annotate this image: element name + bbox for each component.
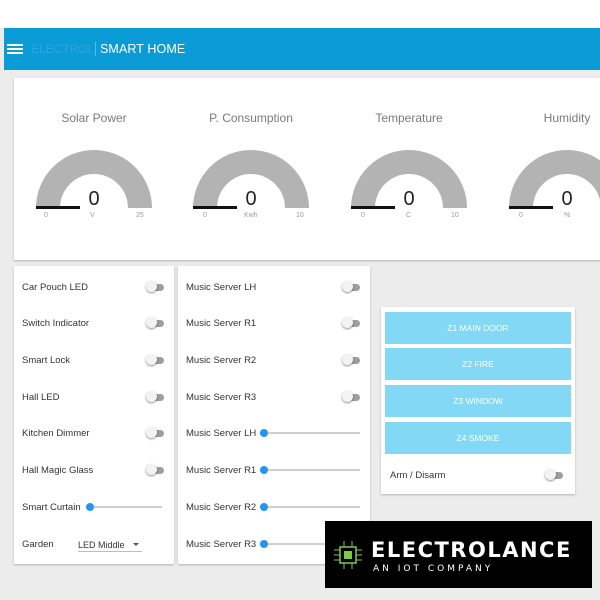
toggle-switch[interactable]	[146, 427, 166, 438]
zone-button-main-door[interactable]: Z1 MAIN DOOR	[385, 312, 571, 344]
control-row: Smart Lock	[22, 355, 70, 366]
control-label: Music Server R1	[186, 318, 257, 329]
logo-title: ELECTROLANCE	[371, 538, 572, 562]
gauge-max: 25	[136, 212, 144, 219]
control-row: Kitchen Dimmer	[22, 428, 90, 439]
zone-button-window[interactable]: Z3 WINDOW	[385, 385, 571, 417]
gauge-max: 10	[451, 212, 459, 219]
gauge-title: Solar Power	[61, 111, 127, 125]
app-frame: ELECTROLANCE SMART HOME Solar Power 0 0 …	[0, 0, 600, 600]
gauge-min: 0	[519, 212, 523, 219]
control-label: Switch Indicator	[22, 318, 90, 329]
gauge-value: 0	[88, 188, 100, 210]
toggle-switch[interactable]	[342, 281, 362, 292]
alarm-zones-card: Z1 MAIN DOOR Z2 FIRE Z3 WINDOW Z4 SMOKE …	[381, 307, 575, 494]
device-controls-card: Car Pouch LED Switch Indicator Smart Loc…	[14, 266, 174, 564]
gauge-humidity: Humidity 0 0 %	[497, 78, 600, 260]
zone-button-smoke[interactable]: Z4 SMOKE	[385, 422, 571, 454]
control-label: Smart Curtain	[22, 502, 81, 513]
caret-down-icon	[133, 543, 139, 546]
control-row: Car Pouch LED	[22, 282, 88, 293]
gauge-value: 0	[561, 188, 573, 210]
toggle-switch[interactable]	[146, 464, 166, 475]
control-label: Music Server R3	[186, 539, 257, 550]
brand-name: ELECTROLANCE	[31, 42, 93, 56]
divider	[95, 42, 96, 56]
control-row: Hall LED	[22, 392, 60, 403]
gauges-card: Solar Power 0 0 V 25 P. Consumption 0 0 …	[14, 78, 600, 260]
control-label: Smart Lock	[22, 355, 71, 366]
gauge-max: 10	[296, 212, 304, 219]
control-label: Music Server R1	[186, 465, 257, 476]
control-label: Music Server LH	[186, 282, 257, 293]
toggle-switch[interactable]	[146, 281, 166, 292]
volume-slider[interactable]	[260, 502, 360, 512]
garden-select[interactable]: LED Middle	[78, 538, 142, 552]
circuit-chip-icon	[334, 541, 362, 569]
toggle-switch[interactable]	[146, 354, 166, 365]
control-row: Music Server R2	[186, 502, 256, 513]
company-logo: ELECTROLANCE AN IOT COMPANY	[325, 521, 592, 588]
control-label: Hall Magic Glass	[22, 465, 94, 476]
gauge-min: 0	[203, 212, 207, 219]
control-label: Music Server R3	[186, 392, 257, 403]
gauge-title: P. Consumption	[209, 111, 293, 125]
gauge-title: Temperature	[375, 111, 443, 125]
control-row: Music Server R1	[186, 465, 256, 476]
logo-subtitle: AN IOT COMPANY	[373, 564, 494, 574]
control-label: Music Server LH	[186, 428, 257, 439]
gauge-value: 0	[403, 188, 415, 210]
control-label: Hall LED	[22, 392, 60, 403]
control-row: Music Server R1	[186, 318, 256, 329]
toggle-switch[interactable]	[342, 354, 362, 365]
control-row: Hall Magic Glass	[22, 465, 93, 476]
gauge-power-consumption: P. Consumption 0 0 Kwh 10	[181, 78, 321, 260]
top-margin	[0, 0, 600, 28]
control-label: Car Pouch LED	[22, 282, 89, 293]
toggle-switch[interactable]	[342, 317, 362, 328]
control-row: Music Server LH	[186, 428, 256, 439]
gauge-temperature: Temperature 0 0 C 10	[339, 78, 479, 260]
control-label: Music Server R2	[186, 502, 257, 513]
toggle-switch[interactable]	[146, 317, 166, 328]
page-title: SMART HOME	[100, 42, 186, 56]
control-row: Music Server R3	[186, 392, 256, 403]
curtain-slider[interactable]	[86, 502, 162, 512]
control-row: Music Server R2	[186, 355, 256, 366]
gauge-min: 0	[361, 212, 365, 219]
gauge-value: 0	[245, 188, 257, 210]
control-row: Music Server R3	[186, 539, 256, 550]
zone-button-fire[interactable]: Z2 FIRE	[385, 348, 571, 380]
garden-label: Garden	[22, 539, 54, 550]
gauge-min: 0	[44, 212, 48, 219]
menu-icon[interactable]	[7, 44, 23, 54]
gauge-unit: C	[406, 212, 412, 219]
gauge-title: Humidity	[543, 111, 591, 125]
control-row: Smart Curtain	[22, 502, 81, 513]
toggle-switch[interactable]	[146, 391, 166, 402]
toggle-switch[interactable]	[342, 391, 362, 402]
control-label: Music Server R2	[186, 355, 257, 366]
app-bar: ELECTROLANCE SMART HOME	[4, 28, 600, 70]
garden-selected-value: LED Middle	[78, 539, 125, 550]
gauge-solar-power: Solar Power 0 0 V 25	[24, 78, 164, 260]
arm-disarm-label: Arm / Disarm	[390, 470, 446, 481]
control-row: Garden	[22, 539, 54, 550]
gauge-unit: V	[90, 212, 95, 219]
music-controls-card: Music Server LH Music Server R1 Music Se…	[178, 266, 370, 564]
gauge-unit: %	[564, 212, 571, 219]
volume-slider[interactable]	[260, 465, 360, 475]
control-row: Switch Indicator	[22, 318, 89, 329]
volume-slider[interactable]	[260, 428, 360, 438]
control-row: Music Server LH	[186, 282, 256, 293]
arm-disarm-toggle[interactable]	[545, 469, 565, 480]
gauge-unit: Kwh	[244, 212, 258, 219]
control-label: Kitchen Dimmer	[22, 428, 90, 439]
